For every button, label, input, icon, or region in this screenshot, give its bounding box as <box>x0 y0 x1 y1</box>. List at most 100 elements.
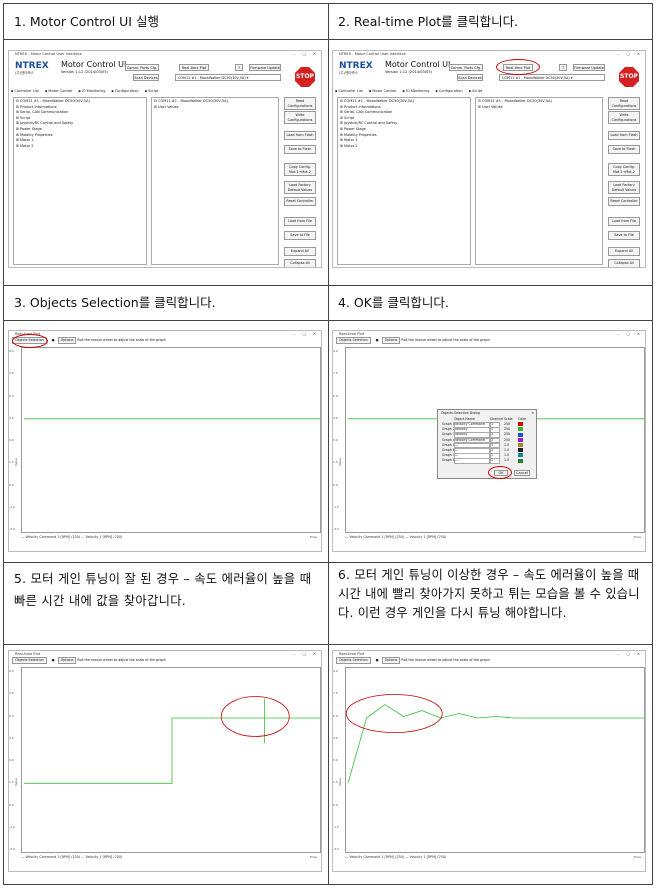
side-button-10[interactable]: Collapse All <box>284 259 316 267</box>
tab-io-monitoring[interactable]: ▪ IO Monitoring <box>402 89 429 93</box>
color-swatch[interactable] <box>518 453 523 458</box>
dialog-row[interactable]: Graph 6—1 1.0 <box>442 448 534 454</box>
window-controls[interactable]: – ▢ ✕ <box>294 51 320 57</box>
scale-field[interactable]: 250 <box>504 438 510 443</box>
tree-item[interactable]: ⊞ Motor 2 <box>16 144 144 150</box>
options-radio-icon[interactable]: ● <box>375 338 379 342</box>
dialog-row[interactable]: Graph 7—1 1.0 <box>442 453 534 459</box>
port-select[interactable]: COM11 #1 - MoonWalker DC50(30V,5A) ▾ <box>175 74 281 81</box>
color-swatch[interactable] <box>518 422 523 427</box>
options-button[interactable]: Options <box>381 337 401 344</box>
tab-motor-control[interactable]: ▪ Motor Control <box>45 89 72 93</box>
dialog-close-icon[interactable]: ✕ <box>531 411 534 415</box>
firmware-update-button[interactable]: Firmware Update <box>573 64 605 71</box>
side-button-7[interactable]: Load from File <box>284 217 316 226</box>
color-swatch[interactable] <box>518 448 523 453</box>
tab-io-monitoring[interactable]: ▪ IO Monitoring <box>78 89 105 93</box>
plot-area[interactable] <box>21 667 321 853</box>
side-button-1[interactable]: Write Configurations <box>608 111 640 124</box>
config-tree[interactable]: ⊟ COM11 #1 - MoonWalker DC50(30V,5A) ⊞ P… <box>337 97 471 265</box>
cancel-button[interactable]: Cancel <box>514 470 530 476</box>
objects-selection-button[interactable]: Objects Selection <box>336 337 371 344</box>
tree-item[interactable]: ⊞ User Values <box>478 105 600 111</box>
comm-ports-button[interactable]: Comm. Ports Cfg. <box>125 64 159 71</box>
side-button-1[interactable]: Write Configurations <box>284 111 316 124</box>
side-button-4[interactable]: Copy Config. Mot.1→Mot.2 <box>284 163 316 176</box>
side-button-4[interactable]: Copy Config. Mot.1→Mot.2 <box>608 163 640 176</box>
options-radio-icon[interactable]: ● <box>51 658 55 662</box>
options-button[interactable]: Options <box>57 657 77 664</box>
side-button-0[interactable]: Read Configurations <box>608 97 640 110</box>
config-tree[interactable]: ⊟ COM11 #1 - MoonWalker DC50(30V,5A) ⊞ P… <box>13 97 147 265</box>
side-button-10[interactable]: Collapse All <box>608 259 640 267</box>
help-button[interactable]: ? <box>235 64 243 71</box>
tree-item[interactable]: ⊞ Motor 2 <box>340 144 468 150</box>
dialog-row[interactable]: Graph 5—1 1.0 <box>442 442 534 449</box>
side-button-5[interactable]: Load Factory Default Values <box>284 181 316 194</box>
object-name-select[interactable]: — <box>454 458 490 464</box>
scale-field[interactable]: 1.0 <box>504 443 509 448</box>
color-swatch[interactable] <box>518 437 523 442</box>
options-button[interactable]: Options <box>381 657 401 664</box>
dialog-row[interactable]: Graph 8—1 1.0 <box>442 458 534 464</box>
side-button-8[interactable]: Save to File <box>284 231 316 240</box>
side-button-3[interactable]: Save to Flash <box>608 145 640 154</box>
comm-ports-button[interactable]: Comm. Ports Cfg. <box>449 64 483 71</box>
tab-script[interactable]: ▪ Script <box>145 89 159 93</box>
side-button-2[interactable]: Load from Flash <box>608 131 640 140</box>
color-swatch[interactable] <box>518 432 523 437</box>
options-radio-icon[interactable]: ● <box>51 338 55 342</box>
config-tree-2[interactable]: ⊟ COM11 #1 - MoonWalker DC50(30V,5A) ⊞ U… <box>475 97 603 265</box>
tab-motor-control[interactable]: ▪ Motor Control <box>369 89 396 93</box>
window-controls[interactable]: – ▢ ✕ <box>618 51 644 57</box>
objects-selection-button[interactable]: Objects Selection <box>12 657 47 664</box>
graph-label: Graph 7 <box>442 453 455 458</box>
tab-configuration[interactable]: ▪ Configuration <box>435 89 462 93</box>
options-radio-icon[interactable]: ● <box>375 658 379 662</box>
side-button-0[interactable]: Read Configurations <box>284 97 316 110</box>
tab-controller-list[interactable]: ▪ Controller List <box>11 89 39 93</box>
scan-devices-button[interactable]: Scan Devices <box>457 74 483 81</box>
channel-field[interactable]: 1 <box>490 458 500 464</box>
objects-selection-dialog[interactable]: Objects Selection Dialog ✕ Object Name Chan… <box>437 409 537 479</box>
color-swatch[interactable] <box>518 458 523 463</box>
objects-selection-button[interactable]: Objects Selection <box>336 657 371 664</box>
realtime-plot-button[interactable]: Real-time Plot <box>179 64 209 71</box>
side-button-8[interactable]: Save to File <box>608 231 640 240</box>
scale-field[interactable]: 250 <box>504 427 510 432</box>
tab-script[interactable]: ▪ Script <box>469 89 483 93</box>
plot-area[interactable] <box>345 667 645 853</box>
side-button-2[interactable]: Load from Flash <box>284 131 316 140</box>
dialog-row[interactable]: Graph 1 Velocity Command 1 250 <box>442 422 534 428</box>
side-button-3[interactable]: Save to Flash <box>284 145 316 154</box>
side-button-6[interactable]: Reset Controller <box>284 197 316 206</box>
port-select[interactable]: COM11 #1 - MoonWalker DC50(30V,5A) ▾ <box>499 74 605 81</box>
tree-item[interactable]: ⊞ User Values <box>154 105 276 111</box>
help-button[interactable]: ? <box>559 64 567 71</box>
color-swatch[interactable] <box>518 427 523 432</box>
color-swatch[interactable] <box>518 443 523 448</box>
emergency-stop-button[interactable]: STOP <box>295 67 315 87</box>
plot-area[interactable] <box>21 347 321 533</box>
dialog-row[interactable]: Graph 3 Velocity 2 250 <box>442 432 534 438</box>
scale-field[interactable]: 1.0 <box>504 458 509 463</box>
side-button-7[interactable]: Load from File <box>608 217 640 226</box>
side-button-9[interactable]: Expand All <box>608 247 640 256</box>
tab-controller-list[interactable]: ▪ Controller List <box>335 89 363 93</box>
side-button-6[interactable]: Reset Controller <box>608 197 640 206</box>
scale-field[interactable]: 250 <box>504 432 510 437</box>
scan-devices-button[interactable]: Scan Devices <box>133 74 159 81</box>
y-tick-label: -3.0 <box>333 847 339 851</box>
scale-field[interactable]: 1.0 <box>504 453 509 458</box>
scale-field[interactable]: 1.0 <box>504 448 509 453</box>
tab-configuration[interactable]: ▪ Configuration <box>111 89 138 93</box>
side-button-9[interactable]: Expand All <box>284 247 316 256</box>
options-button[interactable]: Options <box>57 337 77 344</box>
side-button-5[interactable]: Load Factory Default Values <box>608 181 640 194</box>
dialog-row[interactable]: Graph 2 Velocity 1 250 <box>442 427 534 433</box>
scale-field[interactable]: 250 <box>504 422 510 427</box>
config-tree-2[interactable]: ⊟ COM11 #1 - MoonWalker DC50(30V,5A) ⊞ U… <box>151 97 279 265</box>
firmware-update-button[interactable]: Firmware Update <box>249 64 281 71</box>
dialog-row[interactable]: Graph 4 Velocity Command 2 250 <box>442 437 534 444</box>
emergency-stop-button[interactable]: STOP <box>619 67 639 87</box>
